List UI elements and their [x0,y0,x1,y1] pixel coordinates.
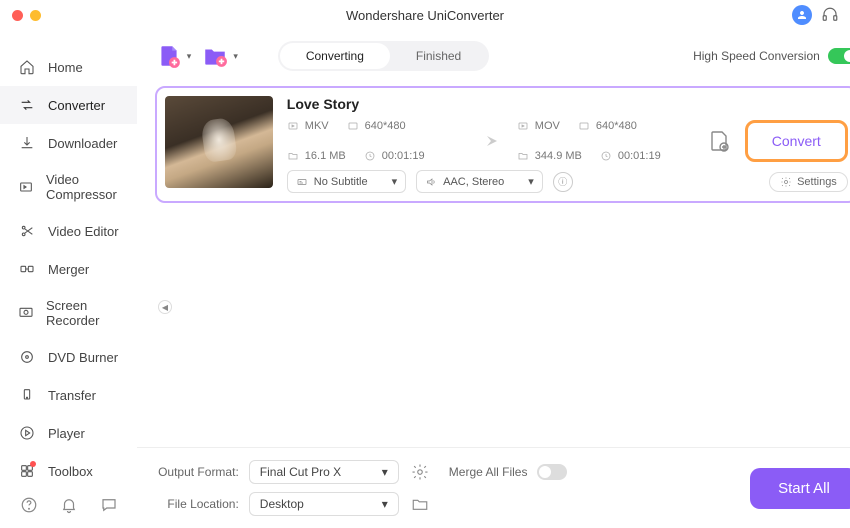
dst-resolution: 640*480 [578,120,637,132]
user-avatar-button[interactable] [792,5,812,25]
subtitle-select[interactable]: No Subtitle ▾ [287,170,406,193]
window-close-button[interactable] [12,10,23,21]
app-title: Wondershare UniConverter [346,8,504,23]
hsc-label: High Speed Conversion [693,49,820,63]
sidebar-item-home[interactable]: Home [0,48,137,86]
sidebar-item-label: Toolbox [48,464,93,479]
sidebar-item-dvd[interactable]: DVD Burner [0,338,137,376]
sidebar-item-toolbox[interactable]: Toolbox [0,452,137,490]
hsc-toggle[interactable] [828,48,850,64]
sidebar-item-label: Transfer [48,388,96,403]
merger-icon [18,260,36,278]
download-icon [18,134,36,152]
support-icon[interactable] [820,5,840,25]
settings-button[interactable]: Settings [769,172,848,192]
file-title: Love Story [287,96,848,112]
sidebar-item-downloader[interactable]: Downloader [0,124,137,162]
merge-toggle[interactable] [537,464,567,480]
tab-finished[interactable]: Finished [390,43,487,69]
src-size: 16.1 MB [287,150,346,162]
compressor-icon [18,178,34,196]
dst-duration: 00:01:19 [600,150,661,162]
open-folder-button[interactable] [409,493,431,515]
audio-select[interactable]: AAC, Stereo ▾ [416,170,543,193]
sidebar-item-label: Player [48,426,85,441]
sidebar-item-merger[interactable]: Merger [0,250,137,288]
output-format-label: Output Format: [155,465,239,479]
add-file-icon [155,42,183,70]
output-settings-icon[interactable] [705,127,733,155]
src-format: MKV [287,120,329,132]
sidebar-item-label: Converter [48,98,105,113]
sidebar-item-player[interactable]: Player [0,414,137,452]
notification-dot [30,461,36,467]
src-duration: 00:01:19 [364,150,425,162]
sidebar-item-label: DVD Burner [48,350,118,365]
file-card[interactable]: Love Story MKV 640*480 16.1 MB 00:01:19 [155,86,850,203]
help-button[interactable] [18,494,40,516]
sidebar: Home Converter Downloader Video Compress… [0,30,137,528]
sidebar-item-transfer[interactable]: Transfer [0,376,137,414]
recorder-icon [18,304,34,322]
disc-icon [18,348,36,366]
notifications-button[interactable] [58,494,80,516]
dst-size: 344.9 MB [517,150,582,162]
sidebar-item-label: Video Compressor [46,172,119,202]
convert-button[interactable]: Convert [745,120,848,162]
file-location-select[interactable]: Desktop▾ [249,492,399,516]
sidebar-item-editor[interactable]: Video Editor [0,212,137,250]
add-file-button[interactable]: ▾ [155,42,192,70]
arrow-icon [475,131,499,151]
src-resolution: 640*480 [347,120,406,132]
sidebar-item-converter[interactable]: Converter [0,86,137,124]
sidebar-item-compressor[interactable]: Video Compressor [0,162,137,212]
file-location-label: File Location: [155,497,239,511]
add-folder-icon [201,42,229,70]
start-all-button[interactable]: Start All [750,468,850,509]
sidebar-item-label: Merger [48,262,89,277]
chevron-down-icon: ▾ [233,51,238,62]
video-thumbnail[interactable] [165,96,273,188]
chevron-down-icon: ▾ [187,51,192,62]
converter-icon [18,96,36,114]
sidebar-item-label: Downloader [48,136,117,151]
window-minimize-button[interactable] [30,10,41,21]
collapse-sidebar-button[interactable]: ◀ [158,300,172,314]
info-button[interactable]: ⓘ [553,172,573,192]
sidebar-item-recorder[interactable]: Screen Recorder [0,288,137,338]
tab-converting[interactable]: Converting [280,43,390,69]
sidebar-item-label: Video Editor [48,224,119,239]
output-settings-gear-icon[interactable] [409,461,431,483]
dst-format: MOV [517,120,560,132]
merge-label: Merge All Files [449,465,528,479]
home-icon [18,58,36,76]
transfer-icon [18,386,36,404]
add-folder-button[interactable]: ▾ [201,42,238,70]
scissors-icon [18,222,36,240]
sidebar-item-label: Screen Recorder [46,298,119,328]
output-format-select[interactable]: Final Cut Pro X▾ [249,460,399,484]
play-icon [18,424,36,442]
sidebar-item-label: Home [48,60,83,75]
feedback-button[interactable] [98,494,120,516]
